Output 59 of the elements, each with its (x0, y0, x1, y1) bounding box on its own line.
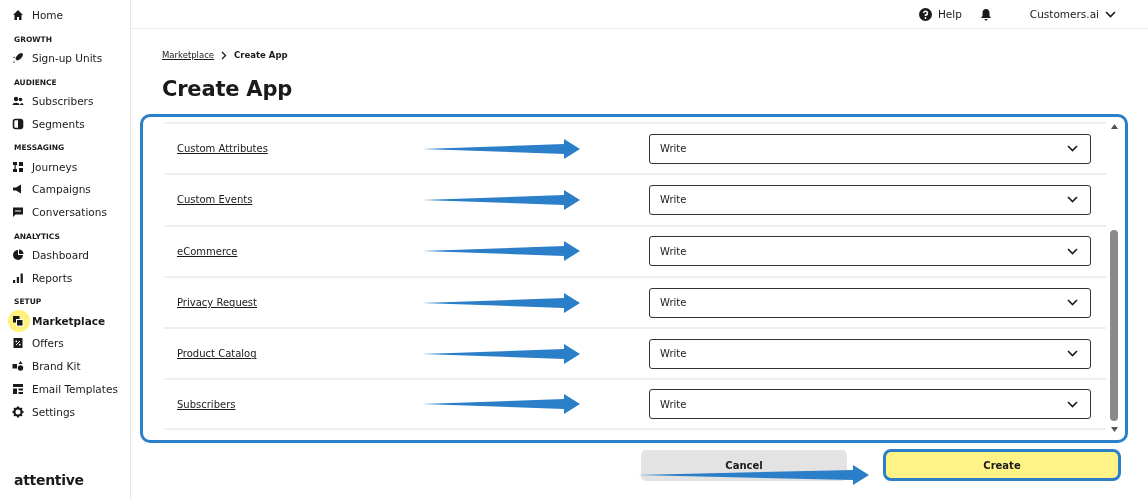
nav-item[interactable]: Segments (8, 112, 89, 136)
nav-item[interactable]: Dashboard (8, 243, 93, 267)
access-dropdown[interactable]: Write (649, 287, 1091, 318)
permission-link[interactable]: Privacy Request (164, 297, 422, 309)
nav-item[interactable]: Email Templates (8, 377, 122, 401)
nav-item[interactable]: Brand Kit (8, 354, 85, 378)
pie-chart-icon (12, 248, 24, 261)
access-dropdown[interactable]: Write (649, 133, 1091, 164)
nav-item[interactable]: Settings (8, 400, 80, 424)
layout-icon (12, 382, 24, 395)
house-icon (12, 9, 24, 22)
scrollbar-thumb[interactable] (1110, 230, 1118, 421)
permission-link[interactable]: Custom Events (164, 194, 422, 206)
permission-link[interactable]: eCommerce (164, 245, 422, 257)
create-button[interactable]: Create (883, 449, 1121, 481)
nav-item[interactable]: Journeys (8, 155, 82, 178)
squares-icon (12, 314, 24, 327)
bar-chart-icon (12, 271, 24, 284)
chevron-down-icon (1067, 299, 1078, 307)
access-dropdown[interactable]: Write (649, 338, 1091, 369)
chevron-down-icon (1067, 247, 1078, 255)
people-icon (12, 95, 24, 107)
help-icon (918, 7, 932, 21)
bell-icon (979, 7, 992, 21)
chat-icon (12, 206, 24, 219)
nav-item[interactable]: Sign-up Units (8, 46, 107, 70)
nav-item[interactable]: Offers (8, 331, 68, 355)
shapes-icon (12, 360, 24, 373)
chevron-down-icon (1067, 400, 1078, 408)
scroll-down-icon (1110, 427, 1118, 432)
access-dropdown[interactable]: Write (649, 184, 1091, 215)
nav-item[interactable]: Subscribers (8, 89, 98, 113)
nav-item[interactable]: Conversations (8, 200, 111, 224)
nav-item[interactable]: Home (8, 4, 67, 27)
megaphone-icon (12, 183, 24, 196)
chevron-down-icon (1067, 145, 1078, 153)
access-dropdown[interactable]: Write (649, 236, 1091, 267)
gear-icon (12, 405, 24, 418)
logo: attentive (14, 472, 84, 488)
scroll-up-icon (1110, 124, 1118, 129)
breadcrumb-link[interactable]: Marketplace (162, 50, 215, 60)
page-title: Create App (162, 76, 294, 103)
permission-link[interactable]: Product Catalog (164, 348, 422, 360)
breadcrumb-current: Create App (234, 50, 288, 60)
chevron-down-icon (1067, 196, 1078, 204)
chevron-right-icon (221, 50, 228, 60)
permission-link[interactable]: Subscribers (164, 398, 422, 410)
nav-item[interactable]: Marketplace (8, 309, 110, 332)
ticket-icon (12, 337, 24, 350)
nav-item[interactable]: Campaigns (8, 178, 95, 201)
help-link[interactable]: Help (918, 7, 962, 21)
account-menu[interactable]: Customers.ai (1029, 8, 1116, 20)
flow-icon (12, 160, 24, 173)
nav-item[interactable]: Reports (8, 266, 77, 290)
chevron-down-icon (1067, 350, 1078, 358)
access-dropdown[interactable]: Write (649, 389, 1091, 420)
chevron-down-icon (1105, 10, 1116, 18)
scrollbar[interactable] (1109, 122, 1119, 432)
permission-link[interactable]: Custom Attributes (164, 143, 422, 155)
